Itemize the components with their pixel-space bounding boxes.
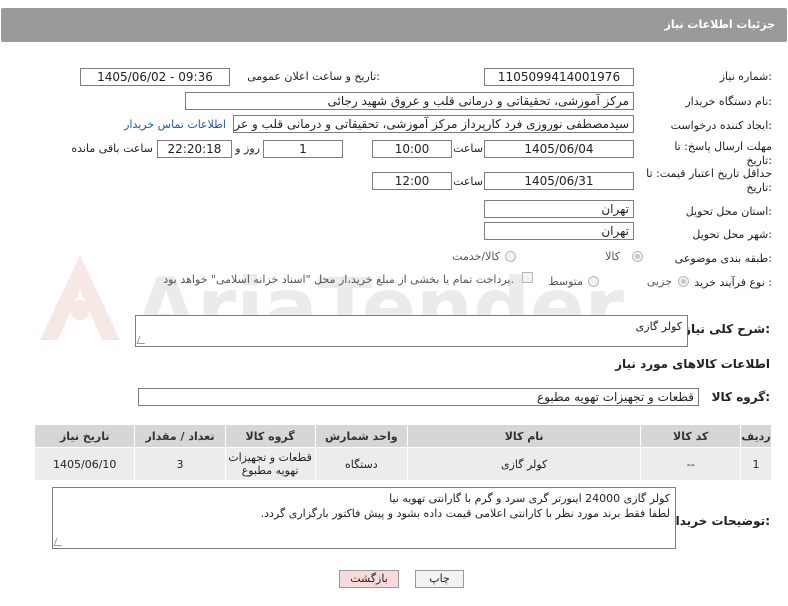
buyer-contact-link[interactable]: اطلاعات تماس خریدار (124, 118, 226, 131)
price-validity-time-label: ساعت (453, 175, 483, 188)
response-time-label: ساعت (453, 142, 483, 155)
print-button[interactable]: چاپ (415, 570, 464, 588)
process-type-label: نوع فرآیند خرید : (694, 276, 772, 289)
goods-group-field: قطعات و تجهیزات تهویه مطبوع (138, 388, 699, 406)
back-button[interactable]: بازگشت (339, 570, 399, 588)
response-deadline-date: 1405/06/04 (484, 140, 634, 158)
cell-item-code: -- (640, 447, 742, 481)
table-row: 1 -- کولر گازی دستگاه قطعات و تجهیزات ته… (33, 447, 772, 481)
cell-quantity: 3 (134, 447, 226, 481)
process-radio-medium[interactable] (588, 276, 599, 287)
price-validity-time: 12:00 (372, 172, 452, 190)
remaining-time-field: 22:20:18 (157, 140, 232, 158)
table-header-row: ردیف کد کالا نام کالا واحد شمارش گروه کا… (33, 424, 772, 448)
col-item-code: کد کالا (640, 424, 742, 448)
goods-group-label: گروه کالا: (711, 390, 770, 404)
delivery-city-field: تهران (484, 222, 634, 240)
col-need-date: تاریخ نیاز (33, 424, 136, 448)
response-days-field: 1 (263, 140, 343, 158)
response-days-label: روز و (235, 142, 260, 155)
announce-datetime-field: 1405/06/02 - 09:36 (80, 68, 230, 86)
resize-handle[interactable] (136, 336, 148, 344)
col-item-name: نام کالا (406, 424, 642, 448)
category-radio-goods[interactable] (632, 251, 643, 262)
response-deadline-label: مهلت ارسال پاسخ: تا تاریخ: (674, 140, 772, 167)
category-option-goods: کالا (605, 250, 620, 263)
goods-info-title: اطلاعات کالاهای مورد نیاز (615, 357, 770, 371)
process-option-minor: جزیی (646, 275, 672, 288)
col-unit: واحد شمارش (314, 424, 408, 448)
description-textarea[interactable]: کولر گازی (135, 315, 688, 347)
description-label: شرح کلی نیاز: (684, 322, 770, 336)
process-radio-minor[interactable] (678, 276, 689, 287)
buyer-notes-line-2: لطفا فقط برند مورد نظر با کارانتی اعلامی… (260, 507, 670, 520)
treasury-payment-note: پرداخت تمام یا بخشی از مبلغ خرید،از محل … (163, 273, 514, 286)
cell-item-name: کولر گازی (406, 447, 642, 481)
remaining-time-label: ساعت باقی مانده (71, 142, 153, 155)
treasury-payment-checkbox[interactable] (522, 272, 533, 283)
announce-datetime-label: تاریخ و ساعت اعلان عمومی: (247, 70, 380, 83)
category-label: طبقه بندی موضوعی: (674, 252, 772, 265)
price-validity-date: 1405/06/31 (484, 172, 634, 190)
col-row-number: ردیف (740, 424, 772, 448)
response-deadline-time: 10:00 (372, 140, 452, 158)
cell-unit: دستگاه (314, 447, 408, 481)
col-quantity: تعداد / مقدار (134, 424, 226, 448)
need-number-label: شماره نیاز: (719, 70, 772, 83)
requester-label: ایجاد کننده درخواست: (670, 119, 772, 132)
buyer-org-field: مرکز آموزشی، تحقیقاتی و درمانی قلب و عرو… (185, 92, 634, 110)
delivery-city-label: شهر محل تحویل: (692, 228, 772, 241)
requester-field: سیدمصطفی نوروزی فرد کارپرداز مرکز آموزشی… (233, 115, 634, 133)
cell-row-number: 1 (740, 447, 772, 481)
category-option-goods-service: کالا/خدمت (452, 250, 500, 263)
need-number-field: 1105099414001976 (484, 68, 634, 86)
page-title: جزئیات اطلاعات نیاز (664, 18, 776, 31)
col-item-group: گروه کالا (224, 424, 316, 448)
buyer-notes-textarea[interactable]: کولر گازی 24000 اینورتر گری سرد و گرم با… (52, 487, 676, 549)
process-option-medium: متوسط (548, 275, 583, 288)
cell-item-group: قطعات و تجهیزات تهویه مطبوع (224, 447, 316, 481)
page-header: جزئیات اطلاعات نیاز (1, 8, 787, 42)
goods-table: ردیف کد کالا نام کالا واحد شمارش گروه کا… (33, 424, 772, 481)
buyer-notes-label: توضیحات خریدار: (668, 514, 770, 528)
category-radio-goods-service[interactable] (505, 251, 516, 262)
description-text: کولر گازی (635, 320, 682, 333)
delivery-province-field: تهران (484, 200, 634, 218)
buyer-org-label: نام دستگاه خریدار: (685, 95, 772, 108)
resize-handle[interactable] (53, 538, 65, 546)
price-validity-label: حداقل تاریخ اعتبار قیمت: تا تاریخ: (646, 167, 772, 194)
delivery-province-label: استان محل تحویل: (685, 205, 772, 218)
buyer-notes-line-1: کولر گازی 24000 اینورتر گری سرد و گرم با… (389, 492, 670, 505)
cell-need-date: 1405/06/10 (33, 447, 136, 481)
